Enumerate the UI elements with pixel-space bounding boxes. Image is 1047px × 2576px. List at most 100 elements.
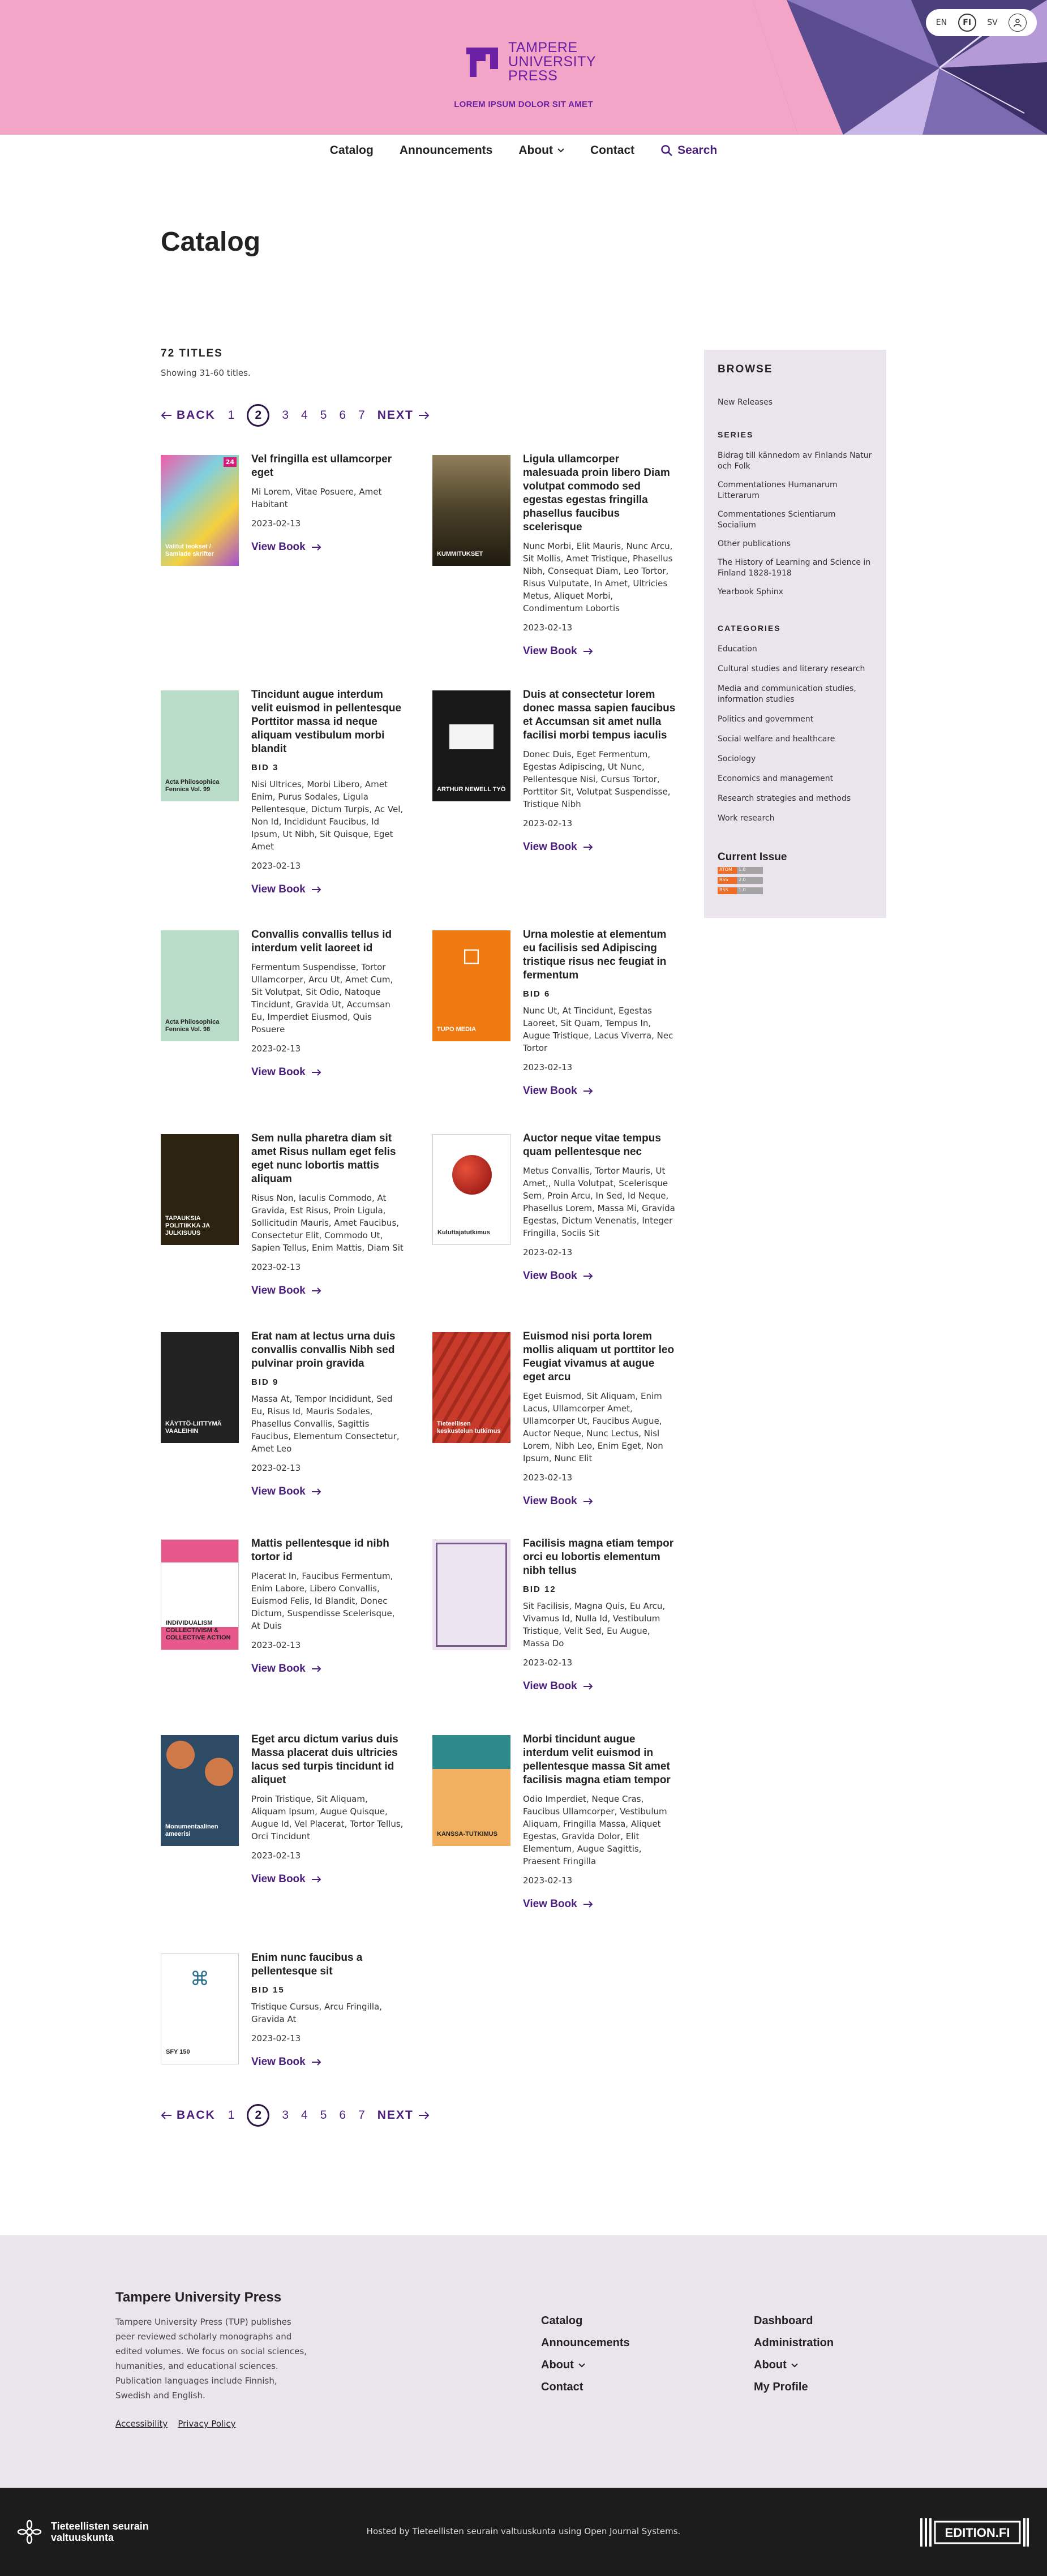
sidebar-category-item[interactable]: Economics and management <box>718 774 873 784</box>
sidebar-category-item[interactable]: Education <box>718 644 873 655</box>
book-cover[interactable]: Monumentaalinen ameerisi <box>161 1735 239 1846</box>
footer-announcements-link[interactable]: Announcements <box>541 2337 630 2350</box>
pager-page-5[interactable]: 5 <box>320 2109 327 2122</box>
book-title[interactable]: Auctor neque vitae tempus quam pellentes… <box>523 1132 661 1158</box>
pager-page-4[interactable]: 4 <box>301 409 308 422</box>
sidebar-series-item[interactable]: Commentationes Humanarum Litterarum <box>718 480 873 501</box>
pager-page-1[interactable]: 1 <box>228 2109 235 2122</box>
lang-en[interactable]: EN <box>936 18 947 27</box>
pager-page-3[interactable]: 3 <box>282 2109 289 2122</box>
book-cover[interactable]: KUMMITUKSET <box>432 455 510 566</box>
book-cover[interactable]: Tieteellisen keskustelun tutkimus <box>432 1332 510 1443</box>
footer-contact-link[interactable]: Contact <box>541 2381 630 2394</box>
book-cover[interactable]: ⌘ SFY 150 <box>161 1954 239 2064</box>
privacy-policy-link[interactable]: Privacy Policy <box>178 2419 235 2429</box>
rss2-feed-badge[interactable]: RSS 2.0 <box>718 877 763 884</box>
footer-administration-link[interactable]: Administration <box>754 2337 834 2350</box>
book-cover[interactable]: ARTHUR NEWELL TYÖ <box>432 690 510 801</box>
book-title[interactable]: Urna molestie at elementum eu facilisis … <box>523 929 666 981</box>
view-book-link[interactable]: View Book <box>251 1663 404 1675</box>
sidebar-category-item[interactable]: Media and communication studies, informa… <box>718 684 873 705</box>
sidebar-category-item[interactable]: Research strategies and methods <box>718 793 873 804</box>
nav-contact[interactable]: Contact <box>590 144 634 157</box>
view-book-link[interactable]: View Book <box>251 883 404 896</box>
book-title[interactable]: Enim nunc faucibus a pellentesque sit <box>251 1952 362 1977</box>
book-title[interactable]: Mattis pellentesque id nibh tortor id <box>251 1538 389 1563</box>
sidebar-category-item[interactable]: Sociology <box>718 754 873 765</box>
edition-fi-logo[interactable]: EDITION.FI <box>919 2516 1030 2549</box>
book-title[interactable]: Facilisis magna etiam tempor orci eu lob… <box>523 1538 673 1577</box>
pager-page-1[interactable]: 1 <box>228 409 235 422</box>
pager-back[interactable]: BACK <box>161 2109 216 2122</box>
pager-page-7[interactable]: 7 <box>358 409 365 422</box>
view-book-link[interactable]: View Book <box>523 1085 676 1097</box>
sidebar-series-item[interactable]: The History of Learning and Science in F… <box>718 557 873 579</box>
sidebar-category-item[interactable]: Social welfare and healthcare <box>718 734 873 745</box>
book-title[interactable]: Morbi tincidunt augue interdum velit eui… <box>523 1733 671 1786</box>
rss1-feed-badge[interactable]: RSS 1.0 <box>718 887 763 894</box>
sidebar-series-item[interactable]: Yearbook Sphinx <box>718 587 873 598</box>
pager-page-5[interactable]: 5 <box>320 409 327 422</box>
view-book-link[interactable]: View Book <box>523 1898 676 1910</box>
sidebar-category-item[interactable]: Work research <box>718 813 873 824</box>
view-book-link[interactable]: View Book <box>523 1495 676 1508</box>
book-title[interactable]: Euismod nisi porta lorem mollis aliquam … <box>523 1330 674 1383</box>
view-book-link[interactable]: View Book <box>523 1680 676 1693</box>
sidebar-new-releases[interactable]: New Releases <box>718 397 873 408</box>
pager-page-7[interactable]: 7 <box>358 2109 365 2122</box>
view-book-link[interactable]: View Book <box>251 2056 404 2068</box>
pager-page-6[interactable]: 6 <box>339 2109 346 2122</box>
book-cover[interactable]: INDIVIDUALISM COLLECTIVISM & COLLECTIVE … <box>161 1539 239 1650</box>
pager-next[interactable]: NEXT <box>377 409 430 422</box>
view-book-link[interactable]: View Book <box>523 645 676 658</box>
view-book-link[interactable]: View Book <box>251 1873 404 1886</box>
book-cover[interactable]: KANSSA-TUTKIMUS <box>432 1735 510 1846</box>
sidebar-category-item[interactable]: Cultural studies and literary research <box>718 664 873 675</box>
site-logo[interactable]: TAMPERE UNIVERSITY PRESS <box>464 41 596 83</box>
book-cover[interactable]: KÄYTTÖ-LIITTYMÄ VAALEIHIN <box>161 1332 239 1443</box>
footer-about-link[interactable]: About <box>541 2359 630 2372</box>
view-book-link[interactable]: View Book <box>251 1066 404 1079</box>
atom-feed-badge[interactable]: ATOM 1.0 <box>718 867 763 874</box>
book-cover[interactable] <box>432 1539 510 1650</box>
footer-my-profile-link[interactable]: My Profile <box>754 2381 834 2394</box>
nav-about[interactable]: About <box>518 144 564 157</box>
lang-fi[interactable]: FI <box>958 14 976 32</box>
lang-sv[interactable]: SV <box>987 18 997 27</box>
book-cover[interactable]: Kuluttajatutkimus <box>432 1134 510 1245</box>
sidebar-series-item[interactable]: Other publications <box>718 539 873 549</box>
book-title[interactable]: Duis at consectetur lorem donec massa sa… <box>523 689 675 741</box>
book-title[interactable]: Convallis convallis tellus id interdum v… <box>251 929 392 954</box>
view-book-link[interactable]: View Book <box>251 1285 404 1297</box>
book-title[interactable]: Ligula ullamcorper malesuada proin liber… <box>523 453 670 533</box>
footer-catalog-link[interactable]: Catalog <box>541 2315 630 2328</box>
view-book-link[interactable]: View Book <box>251 1486 404 1498</box>
accessibility-link[interactable]: Accessibility <box>115 2419 168 2429</box>
book-title[interactable]: Sem nulla pharetra diam sit amet Risus n… <box>251 1132 396 1185</box>
pager-next[interactable]: NEXT <box>377 2109 430 2122</box>
sidebar-category-item[interactable]: Politics and government <box>718 714 873 725</box>
book-title[interactable]: Vel fringilla est ullamcorper eget <box>251 453 392 479</box>
nav-search[interactable]: Search <box>660 144 717 157</box>
footer-about-menu[interactable]: About <box>754 2359 834 2372</box>
view-book-link[interactable]: View Book <box>251 541 404 553</box>
nav-announcements[interactable]: Announcements <box>400 144 493 157</box>
sidebar-series-item[interactable]: Bidrag till kännedom av Finlands Natur o… <box>718 450 873 472</box>
pager-page-4[interactable]: 4 <box>301 2109 308 2122</box>
book-cover[interactable]: Acta Philosophica Fennica Vol. 99 <box>161 690 239 801</box>
book-cover[interactable]: ◻ TUPO MEDIA <box>432 930 510 1041</box>
book-title[interactable]: Tincidunt augue interdum velit euismod i… <box>251 689 401 755</box>
pager-page-6[interactable]: 6 <box>339 409 346 422</box>
pager-back[interactable]: BACK <box>161 409 216 422</box>
footer-dashboard-link[interactable]: Dashboard <box>754 2315 834 2328</box>
book-cover[interactable]: 24 Valitut teokset / Samlade skrifter <box>161 455 239 566</box>
pager-page-3[interactable]: 3 <box>282 409 289 422</box>
view-book-link[interactable]: View Book <box>523 841 676 853</box>
book-title[interactable]: Eget arcu dictum varius duis Massa place… <box>251 1733 398 1786</box>
view-book-link[interactable]: View Book <box>523 1270 676 1282</box>
sidebar-series-item[interactable]: Commentationes Scientiarum Socialium <box>718 509 873 531</box>
book-cover[interactable]: TAPAUKSIA POLITIIKKA JA JULKISUUS <box>161 1134 239 1245</box>
nav-catalog[interactable]: Catalog <box>330 144 374 157</box>
user-icon[interactable] <box>1009 14 1027 32</box>
book-cover[interactable]: Acta Philosophica Fennica Vol. 98 <box>161 930 239 1041</box>
